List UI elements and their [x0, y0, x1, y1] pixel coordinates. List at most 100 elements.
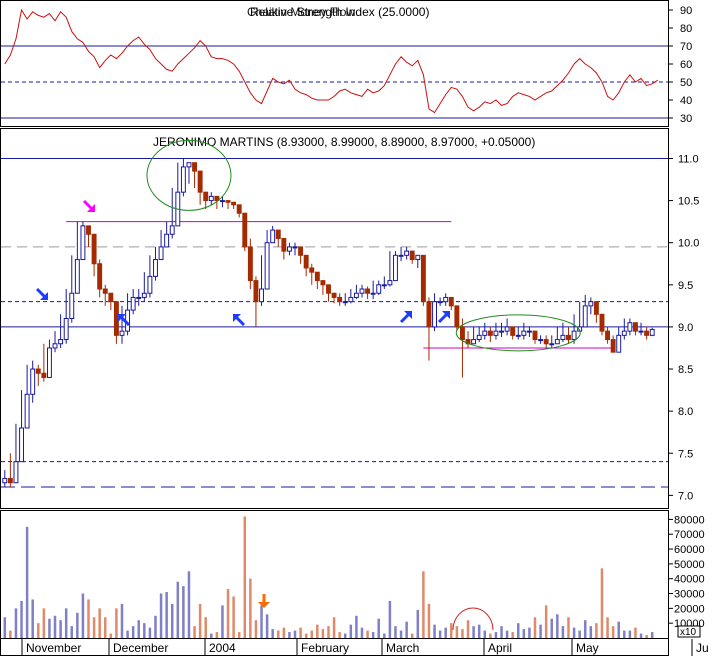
- price-tick-label: 10.0: [678, 238, 699, 250]
- volume-bar: [472, 626, 475, 638]
- volume-bar: [148, 627, 152, 638]
- month-label: November: [26, 641, 81, 655]
- price-tick-label: 9.0: [678, 322, 693, 334]
- candle-body: [571, 330, 577, 341]
- volume-bar: [528, 627, 531, 638]
- volume-bar: [87, 599, 90, 638]
- volume-bar: [522, 629, 526, 638]
- volume-bar: [20, 600, 23, 638]
- volume-bar: [450, 623, 453, 638]
- candle-body: [538, 339, 544, 342]
- candle-body: [454, 305, 460, 328]
- volume-bar: [483, 630, 487, 638]
- volume-bar: [70, 626, 74, 638]
- volume-bar: [489, 633, 492, 638]
- candle-body: [493, 330, 499, 336]
- volume-bar: [544, 605, 548, 638]
- price-tick-label: 8.5: [678, 364, 693, 376]
- candle-body: [303, 254, 309, 269]
- volume-bar: [343, 633, 347, 638]
- volume-bar: [444, 627, 447, 638]
- volume-bar: [433, 624, 436, 638]
- volume-bar: [388, 600, 392, 638]
- candle-body: [136, 296, 142, 299]
- candle-body: [471, 339, 477, 345]
- candle-body: [24, 393, 30, 429]
- volume-bar: [260, 605, 263, 638]
- volume-bar: [505, 630, 509, 638]
- candle-body: [86, 225, 91, 235]
- volume-tick-label: 20000: [674, 603, 705, 615]
- month-label: March: [386, 641, 419, 655]
- rsi-tick-label: 30: [680, 113, 692, 125]
- volume-bar: [304, 633, 308, 638]
- volume-bar: [31, 599, 34, 638]
- price-tick-label: 10.5: [678, 196, 699, 208]
- volume-tick-label: 70000: [674, 529, 705, 541]
- candle-body: [169, 225, 175, 235]
- volume-bar: [371, 632, 375, 638]
- volume-bar: [650, 632, 654, 638]
- candle-body: [638, 330, 644, 333]
- candle-body: [499, 330, 504, 333]
- candle-body: [627, 322, 633, 332]
- candle-body: [331, 292, 337, 298]
- volume-bar: [103, 617, 107, 638]
- candle-body: [220, 200, 225, 203]
- rsi-tick-label: 70: [680, 41, 692, 53]
- candle-body: [582, 305, 588, 328]
- volume-bar: [92, 617, 96, 638]
- volume-bar: [416, 609, 420, 638]
- candle-body: [74, 259, 80, 294]
- volume-bar: [98, 608, 101, 638]
- candle-body: [197, 170, 203, 193]
- blue-arrow-icon: [35, 287, 48, 300]
- price-tick-label: 7.5: [678, 448, 693, 460]
- rsi-tick-label: 50: [680, 77, 692, 89]
- volume-bar: [617, 621, 620, 638]
- candle-body: [398, 254, 404, 257]
- candle-body: [63, 318, 69, 341]
- candle-body: [365, 288, 371, 294]
- candle-body: [599, 313, 605, 332]
- volume-bar: [338, 632, 341, 638]
- candle-body: [566, 334, 571, 341]
- price-tick-label: 8.0: [678, 406, 693, 418]
- candle-body: [326, 284, 331, 294]
- indicator-title: Relative Strength Index (25.0000): [250, 5, 429, 19]
- volume-multiplier: x10: [680, 627, 697, 638]
- candle-body: [588, 301, 594, 307]
- candle-body: [164, 233, 170, 248]
- volume-bar: [154, 615, 157, 638]
- candle-body: [381, 284, 387, 287]
- volume-bar: [394, 626, 397, 638]
- volume-bar: [187, 571, 191, 638]
- candle-body: [264, 242, 270, 290]
- indicator-panel: 30 40 50 60 70 80 90: [1, 5, 692, 125]
- candle-body: [543, 339, 549, 345]
- volume-bar: [628, 630, 632, 638]
- candle-body: [387, 280, 393, 286]
- candle-body: [359, 288, 365, 294]
- candle-body: [549, 343, 555, 346]
- volume-bar: [249, 578, 252, 638]
- volume-bar: [634, 627, 637, 638]
- volume-bar: [583, 620, 587, 638]
- volume-bar: [578, 630, 581, 638]
- volume-bar: [226, 589, 230, 638]
- volume-bar: [215, 632, 219, 638]
- volume-bar: [589, 626, 593, 638]
- volume-bar: [59, 620, 62, 638]
- blue-arrow-icon: [437, 311, 450, 324]
- candle-body: [58, 339, 64, 345]
- volume-bar: [377, 618, 380, 638]
- volume-bar: [349, 624, 353, 638]
- rsi-tick-label: 60: [680, 59, 692, 71]
- month-label: Ju: [696, 641, 709, 655]
- indicator-panel-frame: [0, 0, 669, 127]
- candle-body: [314, 271, 320, 282]
- candle-body: [309, 267, 315, 273]
- candle-body: [242, 212, 248, 248]
- candle-body: [621, 330, 627, 336]
- volume-bar: [500, 626, 503, 638]
